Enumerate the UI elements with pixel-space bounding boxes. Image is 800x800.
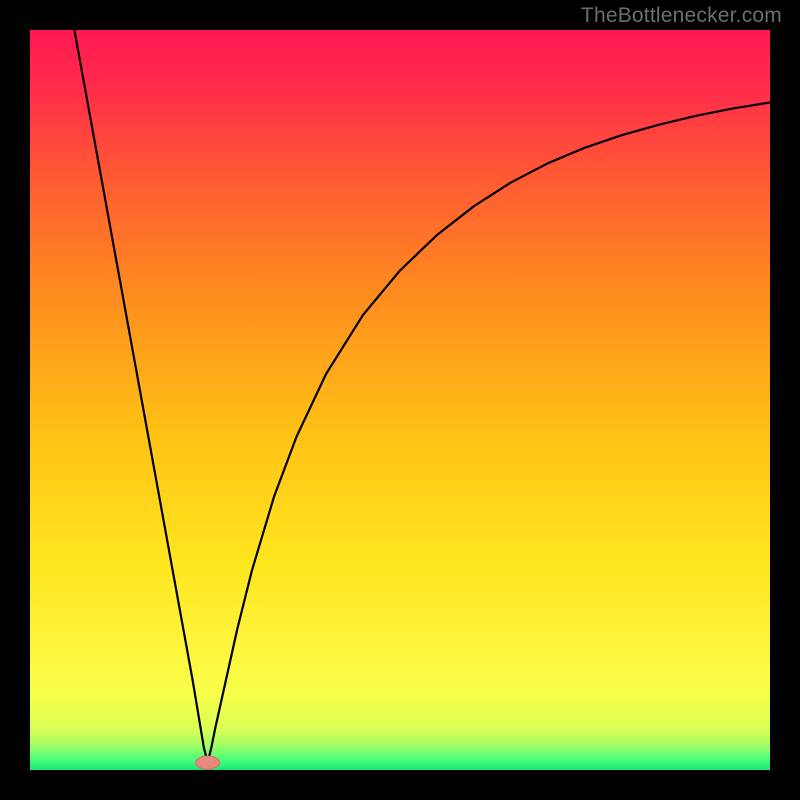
optimum-marker	[196, 756, 220, 769]
watermark-text: TheBottlenecker.com	[581, 4, 782, 28]
chart-frame: TheBottlenecker.com	[0, 0, 800, 800]
chart-svg	[30, 30, 770, 770]
plot-area	[30, 30, 770, 770]
